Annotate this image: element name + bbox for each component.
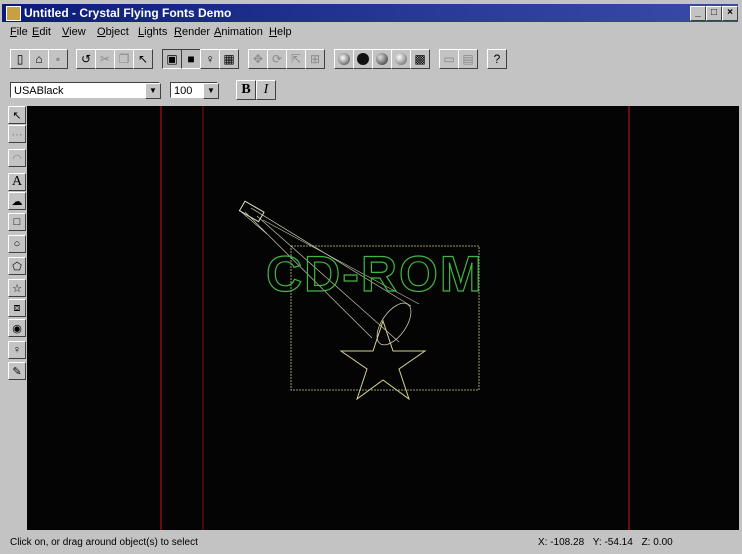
context-help-icon[interactable]: ? xyxy=(487,49,507,69)
app-window: Untitled - Crystal Flying Fonts Demo _ □… xyxy=(0,0,742,554)
star-tool-icon[interactable]: ☆ xyxy=(8,279,26,297)
bold-button[interactable]: B xyxy=(236,80,256,100)
title-bar[interactable]: Untitled - Crystal Flying Fonts Demo _ □… xyxy=(2,4,738,22)
bulb-icon[interactable]: ♀ xyxy=(200,49,220,69)
menu-view[interactable]: View xyxy=(62,26,86,38)
paint-tool-icon[interactable]: ✎ xyxy=(8,362,26,380)
menu-bar: File Edit View Object Lights Render Anim… xyxy=(2,24,738,41)
menu-edit[interactable]: Edit xyxy=(32,26,51,38)
grid-icon[interactable]: ▦ xyxy=(219,49,239,69)
star-object xyxy=(339,319,427,401)
font-name-dropdown-icon[interactable]: ▼ xyxy=(145,83,161,99)
minimize-button[interactable]: _ xyxy=(690,6,706,21)
paste-icon[interactable]: ↖ xyxy=(133,49,153,69)
menu-animation[interactable]: Animation xyxy=(214,26,263,38)
render-wire-icon[interactable] xyxy=(334,49,354,69)
menu-file[interactable]: File xyxy=(10,26,28,38)
text-tool-icon[interactable]: A xyxy=(8,173,26,191)
close-button[interactable]: × xyxy=(722,6,738,21)
lathe-icon[interactable]: ◠ xyxy=(8,149,26,167)
open-file-icon[interactable]: ⌂ xyxy=(29,49,49,69)
rotate-icon[interactable]: ⟳ xyxy=(267,49,287,69)
render-full-icon[interactable] xyxy=(391,49,411,69)
x-coordinate: X: -108.28 xyxy=(538,537,585,548)
extrude-icon[interactable]: ☁ xyxy=(8,192,26,210)
camera-icon[interactable]: ▭ xyxy=(439,49,459,69)
polygon-tool-icon[interactable]: ⬠ xyxy=(8,257,26,275)
text-object-cdrom: CD-ROM xyxy=(266,246,484,302)
ellipse-tool-icon[interactable]: ○ xyxy=(8,235,26,253)
rectangle-tool-icon[interactable]: □ xyxy=(8,213,26,231)
frame-icon[interactable]: ■ xyxy=(181,49,201,69)
scale-icon[interactable]: ⇱ xyxy=(286,49,306,69)
3d-viewport[interactable]: CD-ROM xyxy=(27,106,739,530)
copy-icon[interactable]: ❐ xyxy=(114,49,134,69)
cut-icon[interactable]: ✂ xyxy=(95,49,115,69)
new-file-icon[interactable]: ▯ xyxy=(10,49,30,69)
font-size-dropdown-icon[interactable]: ▼ xyxy=(203,83,219,99)
menu-object[interactable]: Object xyxy=(97,26,129,38)
film-icon[interactable]: ▤ xyxy=(458,49,478,69)
maximize-button[interactable]: □ xyxy=(706,6,722,21)
window-icon[interactable]: ▣ xyxy=(162,49,182,69)
cube-tool-icon[interactable]: ⧈ xyxy=(8,299,26,317)
status-bar: Click on, or drag around object(s) to se… xyxy=(2,534,738,552)
render-scene-icon[interactable]: ▩ xyxy=(410,49,430,69)
main-toolbar: ▯ ⌂ ▪ ↺ ✂ ❐ ↖ ▣ ■ ♀ ▦ ✥ ⟳ ⇱ ⊞ ▩ ▭ ▤ ? xyxy=(10,46,740,72)
light-tool-icon[interactable]: ♀ xyxy=(8,341,26,359)
menu-render[interactable]: Render xyxy=(174,26,210,38)
menu-lights[interactable]: Lights xyxy=(138,26,167,38)
y-coordinate: Y: -54.14 xyxy=(592,537,633,548)
sphere-tool-icon[interactable]: ◉ xyxy=(8,319,26,337)
font-bar: USABlack ▼ 100 ▼ B I xyxy=(10,80,740,102)
italic-button[interactable]: I xyxy=(256,80,276,100)
viewport-drawing: CD-ROM xyxy=(160,106,630,530)
app-icon[interactable] xyxy=(6,6,21,21)
select-arrow-icon[interactable]: ↖ xyxy=(8,106,26,124)
save-icon[interactable]: ▪ xyxy=(48,49,68,69)
tool-palette: ↖ ⋯ ◠ A ☁ □ ○ ⬠ ☆ ⧈ ◉ ♀ ✎ xyxy=(8,106,26,526)
z-coordinate: Z: 0.00 xyxy=(641,537,673,548)
edit-points-icon[interactable]: ⋯ xyxy=(8,125,26,143)
font-name-select[interactable]: USABlack xyxy=(10,82,160,98)
menu-help[interactable]: Help xyxy=(269,26,292,38)
render-smooth-icon[interactable] xyxy=(372,49,392,69)
align-icon[interactable]: ⊞ xyxy=(305,49,325,69)
coordinate-readout: X: -108.28 Y: -54.14 Z: 0.00 xyxy=(538,537,679,548)
undo-icon[interactable]: ↺ xyxy=(76,49,96,69)
window-title: Untitled - Crystal Flying Fonts Demo xyxy=(24,6,232,20)
status-message: Click on, or drag around object(s) to se… xyxy=(10,537,198,548)
move-icon[interactable]: ✥ xyxy=(248,49,268,69)
render-flat-icon[interactable] xyxy=(353,49,373,69)
